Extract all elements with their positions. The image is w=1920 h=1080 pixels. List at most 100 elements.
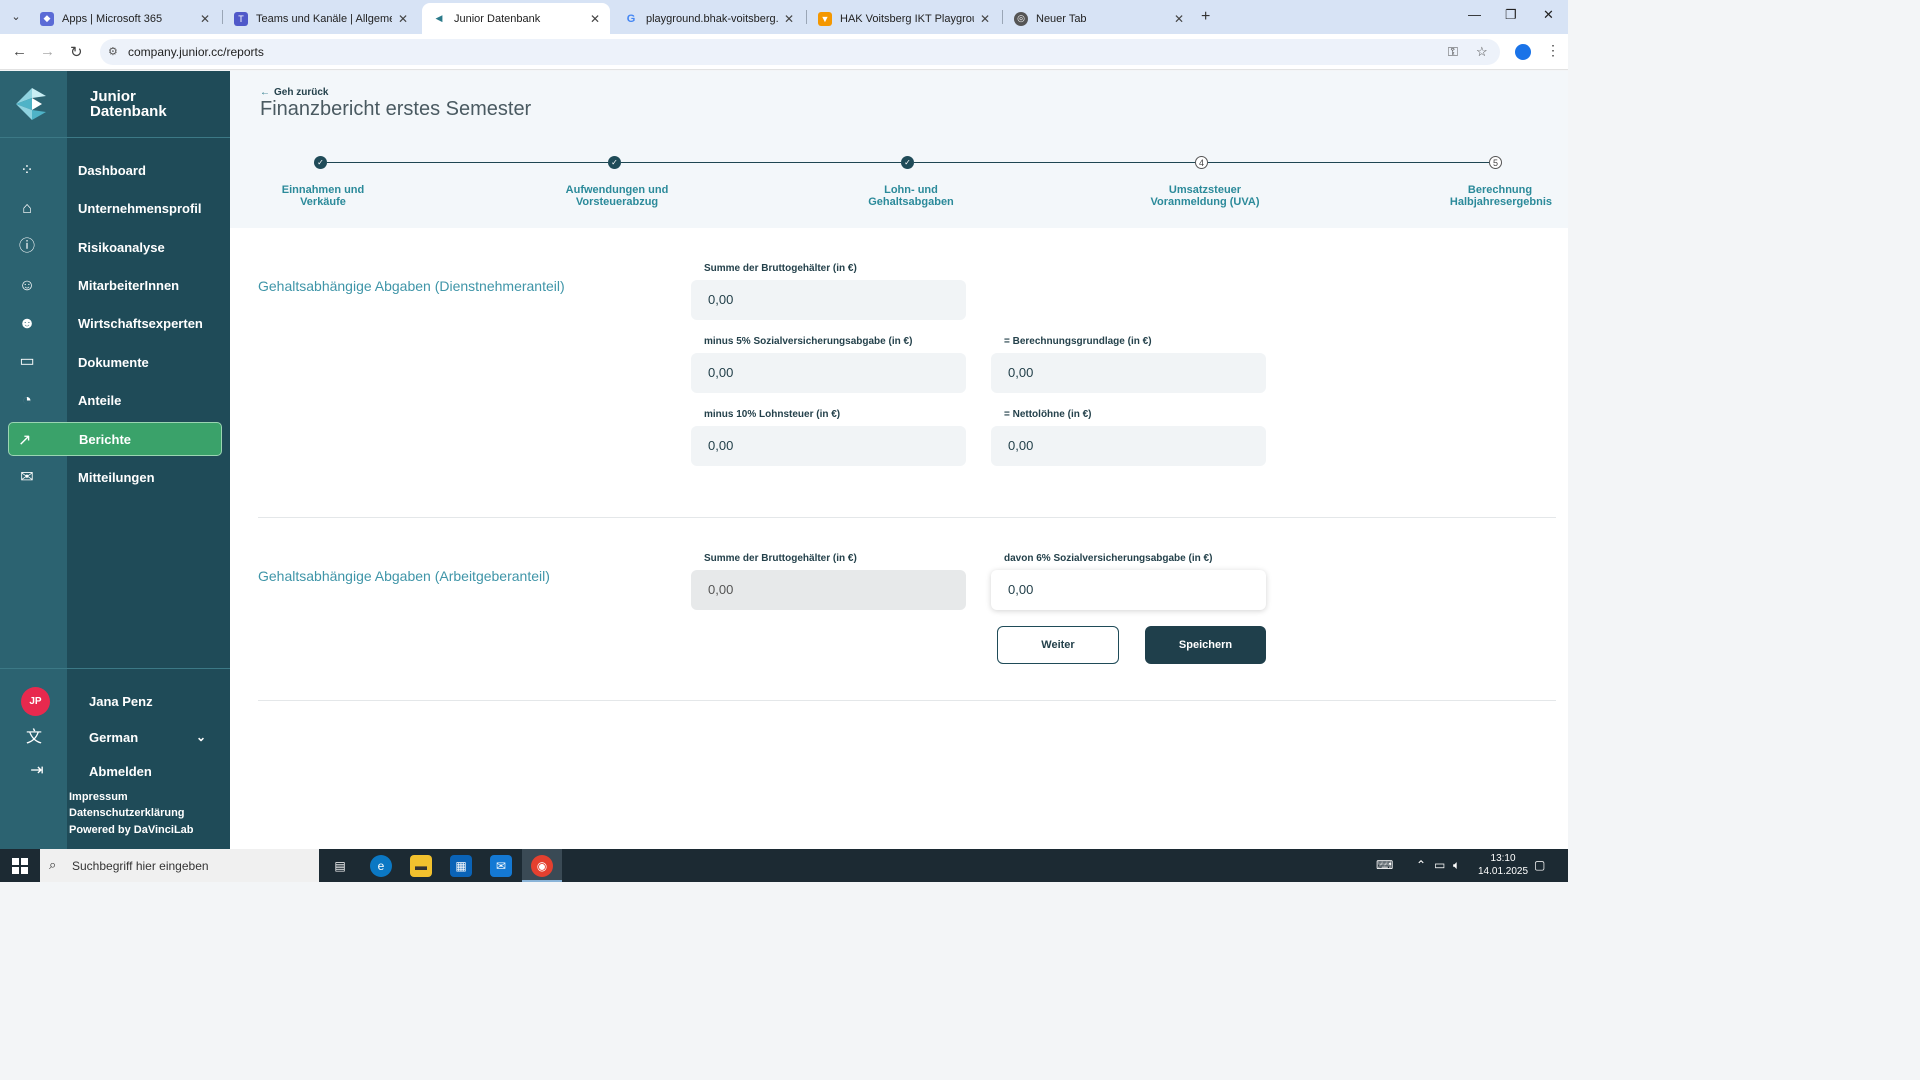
step-label-line: Gehaltsabgaben xyxy=(868,196,954,208)
dashboard-icon[interactable]: ⁘ xyxy=(16,160,38,182)
clock-date: 14.01.2025 xyxy=(1478,866,1529,877)
tab-close-icon[interactable]: ✕ xyxy=(590,12,600,26)
restore-icon[interactable]: ❐ xyxy=(1505,7,1517,23)
new-tab-plus-icon[interactable]: + xyxy=(1201,8,1210,26)
ag-brutto-input[interactable]: 0,00 xyxy=(691,570,966,610)
minimize-icon[interactable]: — xyxy=(1468,7,1481,22)
pie-icon[interactable]: ◔ xyxy=(16,390,38,412)
logout-icon[interactable]: ⇥ xyxy=(26,760,48,782)
network-icon[interactable]: ▭ xyxy=(1434,858,1445,872)
chevron-down-icon[interactable]: ⌄ xyxy=(196,730,206,744)
edge-icon[interactable]: e xyxy=(370,855,392,877)
experts-icon[interactable]: ☻ xyxy=(16,313,38,335)
browser-tab[interactable]: ◎ Neuer Tab ✕ xyxy=(1004,3,1194,34)
chart-icon: ↗ xyxy=(18,432,32,449)
sidebar-item-unternehmensprofil[interactable]: Unternehmensprofil xyxy=(78,201,202,216)
stepper-connector xyxy=(1208,162,1489,163)
sidebar-item-dashboard[interactable]: Dashboard xyxy=(78,163,146,178)
company-icon[interactable]: ⌂ xyxy=(16,198,38,220)
browser-tab[interactable]: T Teams und Kanäle | Allgemein | ✕ xyxy=(224,3,418,34)
user-name[interactable]: Jana Penz xyxy=(89,694,153,709)
step-check-icon[interactable]: ✓ xyxy=(608,156,621,169)
basis-input[interactable]: 0,00 xyxy=(991,353,1266,393)
back-arrow-icon[interactable]: ← xyxy=(12,43,27,60)
sidebar-item-anteile[interactable]: Anteile xyxy=(78,393,121,408)
step-label-berechnung[interactable]: Berechnung Halbjahresergebnis xyxy=(1408,184,1568,208)
url-bar[interactable]: ⚙ company.junior.cc/reports ⚿ ☆ xyxy=(100,39,1500,65)
sidebar-item-dokumente[interactable]: Dokumente xyxy=(78,355,149,370)
sidebar-item-berichte[interactable]: ↗ Berichte xyxy=(8,422,222,456)
reload-icon[interactable]: ↻ xyxy=(70,43,83,61)
volume-icon[interactable]: 🔈︎ xyxy=(1453,858,1460,873)
sidebar-item-risikoanalyse[interactable]: Risikoanalyse xyxy=(78,240,165,255)
avatar[interactable]: JP xyxy=(21,687,50,716)
lohnsteuer-input[interactable]: 0,00 xyxy=(691,426,966,466)
tab-search-chevron-icon[interactable]: ⌄ xyxy=(6,8,26,26)
tab-close-icon[interactable]: ✕ xyxy=(1174,12,1184,26)
browser-tab[interactable]: ▼ HAK Voitsberg IKT Playground ✕ xyxy=(808,3,1000,34)
bookmark-star-icon[interactable]: ☆ xyxy=(1476,44,1488,60)
sidebar-item-label: Berichte xyxy=(79,432,132,447)
step-check-icon[interactable]: ✓ xyxy=(314,156,327,169)
step-label-line: Lohn- und xyxy=(884,184,938,196)
step-label-lohn[interactable]: Lohn- und Gehaltsabgaben xyxy=(831,184,991,208)
ag-sv-input[interactable]: 0,00 xyxy=(991,570,1266,610)
browser-tab-active[interactable]: ◀ Junior Datenbank ✕ xyxy=(422,3,610,34)
keyboard-icon[interactable]: ⌨ xyxy=(1376,858,1393,872)
sv-input[interactable]: 0,00 xyxy=(691,353,966,393)
step-check-icon[interactable]: ✓ xyxy=(901,156,914,169)
file-explorer-icon[interactable]: ▬ xyxy=(410,855,432,877)
step-label-line: Verkäufe xyxy=(300,196,346,208)
tab-close-icon[interactable]: ✕ xyxy=(980,12,990,26)
translate-icon[interactable]: 文 xyxy=(23,727,45,749)
close-window-icon[interactable]: ✕ xyxy=(1543,7,1554,23)
step-label-einnahmen[interactable]: Einnahmen und Verkäufe xyxy=(243,184,403,208)
step-label-line: Voranmeldung (UVA) xyxy=(1150,196,1260,208)
team-icon[interactable]: ☺ xyxy=(16,275,38,297)
next-button[interactable]: Weiter xyxy=(997,626,1119,664)
tray-chevron-icon[interactable]: ⌃ xyxy=(1416,858,1426,872)
impressum-link[interactable]: Impressum xyxy=(69,791,128,803)
notification-icon[interactable]: ▢ xyxy=(1534,858,1545,872)
store-icon[interactable]: ▦ xyxy=(450,855,472,877)
google-icon: G xyxy=(626,12,636,25)
sidebar-item-wirtschaftsexperten[interactable]: Wirtschaftsexperten xyxy=(78,316,203,331)
taskbar-search[interactable]: ⌕ Suchbegriff hier eingeben xyxy=(40,849,319,882)
step-number-4[interactable]: 4 xyxy=(1195,156,1208,169)
tab-title: Neuer Tab xyxy=(1036,12,1087,25)
taskbar-active-app[interactable]: ◉ xyxy=(522,849,562,882)
powered-by-link[interactable]: Powered by DaVinciLab xyxy=(69,824,194,836)
step-label-aufwendungen[interactable]: Aufwendungen und Vorsteuerabzug xyxy=(537,184,697,208)
junior-icon: ◀ xyxy=(435,13,443,23)
tab-close-icon[interactable]: ✕ xyxy=(784,12,794,26)
folder-icon[interactable]: ▭ xyxy=(16,351,38,373)
message-icon[interactable]: ✉ xyxy=(16,467,38,489)
brand-name[interactable]: Junior Datenbank xyxy=(90,89,167,119)
datenschutz-link[interactable]: Datenschutzerklärung xyxy=(69,807,185,819)
tab-close-icon[interactable]: ✕ xyxy=(398,12,408,26)
profile-icon[interactable] xyxy=(1515,44,1531,60)
taskbar-clock[interactable]: 13:10 14.01.2025 xyxy=(1478,852,1528,878)
step-number-5[interactable]: 5 xyxy=(1489,156,1502,169)
tab-close-icon[interactable]: ✕ xyxy=(200,12,210,26)
language-select[interactable]: German xyxy=(89,730,138,745)
key-icon[interactable]: ⚿ xyxy=(1448,44,1458,60)
logout-button[interactable]: Abmelden xyxy=(89,764,152,779)
browser-tab[interactable]: G playground.bhak-voitsberg.at/ ✕ xyxy=(614,3,804,34)
forward-arrow-icon[interactable]: → xyxy=(40,43,55,60)
site-info-icon[interactable]: ⚙ xyxy=(108,45,118,58)
back-link[interactable]: ← Geh zurück xyxy=(260,87,328,98)
step-label-umsatzsteuer[interactable]: Umsatzsteuer Voranmeldung (UVA) xyxy=(1125,184,1285,208)
sidebar-item-mitarbeiterinnen[interactable]: MitarbeiterInnen xyxy=(78,278,179,293)
windows-start-icon[interactable] xyxy=(12,858,28,874)
risk-icon[interactable]: ⓘ xyxy=(16,236,38,258)
browser-menu-icon[interactable]: ⋮ xyxy=(1546,42,1560,59)
sidebar-item-mitteilungen[interactable]: Mitteilungen xyxy=(78,470,155,485)
junior-logo-icon[interactable] xyxy=(12,84,48,124)
save-button[interactable]: Speichern xyxy=(1145,626,1266,664)
netto-input[interactable]: 0,00 xyxy=(991,426,1266,466)
task-view-icon[interactable]: ▤ xyxy=(329,855,351,877)
mail-icon[interactable]: ✉ xyxy=(490,855,512,877)
browser-tab[interactable]: ◆ Apps | Microsoft 365 ✕ xyxy=(30,3,220,34)
brutto-input[interactable]: 0,00 xyxy=(691,280,966,320)
